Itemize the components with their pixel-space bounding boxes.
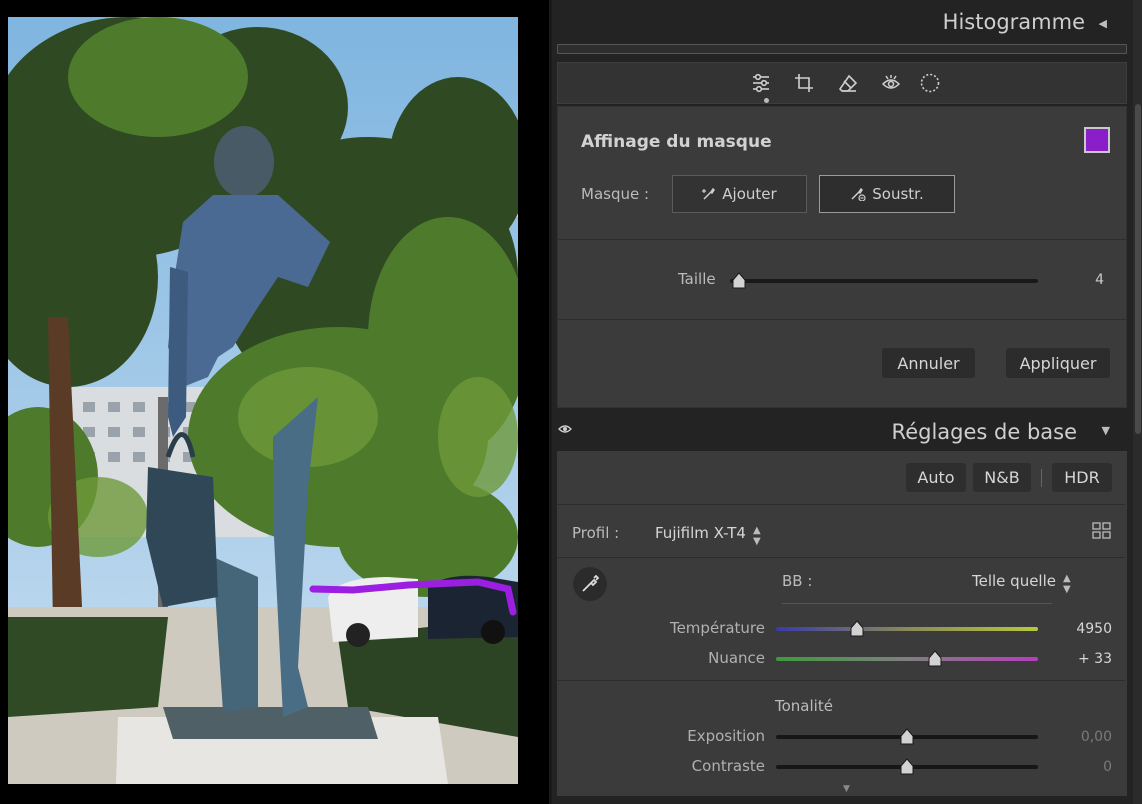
separator <box>558 239 1126 240</box>
exposure-label: Exposition <box>687 727 765 745</box>
brush-size-label: Taille <box>678 270 716 288</box>
panel-scrollbar[interactable] <box>1133 0 1142 804</box>
eye-icon[interactable] <box>558 424 572 434</box>
wb-select-arrows-icon[interactable]: ▲ ▼ <box>1063 573 1071 595</box>
subtract-brush-button[interactable]: Soustr. <box>819 175 955 213</box>
separator <box>1041 469 1042 487</box>
histogram-title: Histogramme <box>942 10 1085 34</box>
separator <box>557 680 1125 681</box>
develop-panel: Histogramme ◀ Affinage du masque Masque … <box>552 0 1142 804</box>
temperature-label: Température <box>669 619 765 637</box>
temperature-slider[interactable] <box>776 620 1038 637</box>
statue-photo <box>8 17 518 784</box>
tint-label: Nuance <box>708 649 765 667</box>
brush-size-value[interactable]: 4 <box>1095 272 1104 288</box>
exposure-slider[interactable] <box>776 728 1038 745</box>
basic-title: Réglages de base <box>891 420 1077 444</box>
cancel-button[interactable]: Annuler <box>882 348 975 378</box>
photo-area <box>0 0 549 804</box>
separator <box>782 603 1052 604</box>
add-brush-label: Ajouter <box>722 185 777 203</box>
wb-label: BB : <box>782 572 813 590</box>
sliders-icon[interactable] <box>748 70 774 96</box>
mask-color-swatch[interactable] <box>1084 127 1110 153</box>
profile-browser-icon[interactable] <box>1092 522 1112 540</box>
collapse-down-icon[interactable]: ▼ <box>1102 424 1110 437</box>
separator <box>557 504 1125 505</box>
brush-size-slider[interactable] <box>730 272 1038 289</box>
separator <box>557 557 1125 558</box>
brush-subtract-icon <box>851 187 866 201</box>
hdr-button[interactable]: HDR <box>1052 463 1112 492</box>
separator <box>558 319 1126 320</box>
profile-label: Profil : <box>572 524 620 542</box>
eraser-icon[interactable] <box>835 70 861 96</box>
exposure-value[interactable]: 0,00 <box>1052 729 1112 745</box>
scroll-down-icon[interactable]: ▼ <box>843 784 850 794</box>
photo-preview[interactable] <box>8 17 518 784</box>
contrast-slider[interactable] <box>776 758 1038 775</box>
redeye-icon[interactable] <box>878 70 904 96</box>
mask-panel-title: Affinage du masque <box>581 132 772 152</box>
mask-refine-panel: Affinage du masque Masque : Ajouter Sous… <box>557 106 1127 408</box>
contrast-value[interactable]: 0 <box>1052 759 1112 775</box>
radial-mask-icon[interactable] <box>917 70 943 96</box>
collapse-left-icon[interactable]: ◀ <box>1099 17 1107 30</box>
apply-button[interactable]: Appliquer <box>1006 348 1110 378</box>
mask-mode-label: Masque : <box>581 185 650 203</box>
tool-strip <box>557 62 1127 104</box>
basic-panel: Auto N&B HDR Profil : Fujifilm X-T4 ▲ ▼ B… <box>557 451 1127 796</box>
auto-button[interactable]: Auto <box>906 463 966 492</box>
bw-button[interactable]: N&B <box>973 463 1031 492</box>
wb-select[interactable]: Telle quelle <box>972 572 1056 590</box>
histogram-header[interactable]: Histogramme ◀ <box>557 0 1127 44</box>
wb-picker-button[interactable] <box>573 567 607 601</box>
add-brush-button[interactable]: Ajouter <box>672 175 807 213</box>
scrollbar-thumb[interactable] <box>1135 104 1141 434</box>
active-tool-indicator <box>764 98 769 103</box>
profile-select[interactable]: Fujifilm X-T4 <box>655 524 746 542</box>
temperature-value[interactable]: 4950 <box>1052 621 1112 637</box>
brush-add-icon <box>702 187 716 200</box>
tint-value[interactable]: + 33 <box>1052 651 1112 667</box>
tone-section-label: Tonalité <box>775 697 833 715</box>
histogram-bar <box>557 44 1127 54</box>
contrast-label: Contraste <box>691 757 765 775</box>
profile-select-arrows-icon[interactable]: ▲ ▼ <box>753 525 761 547</box>
basic-header[interactable]: Réglages de base ▼ <box>552 410 1132 450</box>
tint-slider[interactable] <box>776 650 1038 667</box>
eyedropper-icon <box>582 574 600 592</box>
subtract-brush-label: Soustr. <box>872 185 924 203</box>
crop-icon[interactable] <box>791 70 817 96</box>
